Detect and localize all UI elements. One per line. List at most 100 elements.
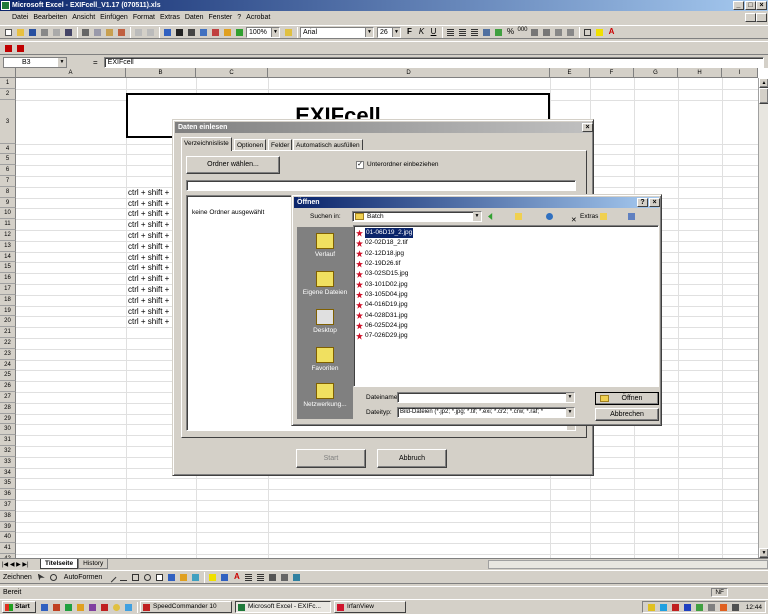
drawing-icon[interactable] bbox=[234, 27, 245, 38]
menu-help[interactable]: ? bbox=[237, 14, 241, 21]
choose-folder-button[interactable]: Ordner wählen... bbox=[186, 156, 280, 174]
inc-decimal-icon[interactable] bbox=[529, 27, 540, 38]
scroll-up-icon[interactable]: ▲ bbox=[759, 78, 768, 88]
format-painter-icon[interactable] bbox=[116, 27, 127, 38]
horizontal-scrollbar[interactable] bbox=[488, 559, 768, 569]
autosum-icon[interactable] bbox=[174, 27, 185, 38]
rectangle-icon[interactable] bbox=[130, 572, 141, 583]
row-header[interactable]: 15 bbox=[0, 262, 16, 274]
menu-ansicht[interactable]: Ansicht bbox=[72, 14, 95, 21]
row-header[interactable]: 36 bbox=[0, 489, 16, 500]
clipart-icon[interactable] bbox=[178, 572, 189, 583]
percent-icon[interactable]: % bbox=[505, 27, 516, 38]
filename-input[interactable]: ▼ bbox=[397, 392, 575, 403]
preview-icon[interactable] bbox=[51, 27, 62, 38]
arrow-style-icon[interactable] bbox=[267, 572, 278, 583]
hyperlink-icon[interactable] bbox=[162, 27, 173, 38]
help-button[interactable]: ? bbox=[637, 198, 648, 207]
shortcut-cell[interactable]: ctrl + shift + bbox=[128, 296, 169, 305]
row-header[interactable]: 27 bbox=[0, 392, 16, 403]
quicklaunch-icon-7[interactable] bbox=[111, 602, 122, 613]
row-header[interactable]: 34 bbox=[0, 467, 16, 479]
arrow-icon[interactable] bbox=[118, 572, 129, 583]
line-color-icon[interactable] bbox=[219, 572, 230, 583]
file-item[interactable]: 02-19D26.tif bbox=[356, 259, 656, 269]
file-item[interactable]: 03-105D04.jpg bbox=[356, 290, 656, 300]
textbox-icon[interactable] bbox=[154, 572, 165, 583]
row-header[interactable]: 7 bbox=[0, 176, 16, 187]
extras-menu[interactable]: Extras bbox=[580, 213, 598, 220]
col-header-i[interactable]: I bbox=[722, 68, 758, 78]
file-item[interactable]: 03-101D02.jpg bbox=[356, 279, 656, 289]
row-header[interactable]: 37 bbox=[0, 500, 16, 511]
spell-icon[interactable] bbox=[63, 27, 74, 38]
file-item[interactable]: 04-028D31.jpg bbox=[356, 310, 656, 320]
name-box[interactable]: B3 ▼ bbox=[3, 56, 67, 68]
row-header[interactable]: 1 bbox=[0, 78, 16, 89]
row-header[interactable]: 35 bbox=[0, 478, 16, 490]
open-dialog-close-button[interactable]: × bbox=[649, 198, 660, 207]
chevron-down-icon[interactable]: ▼ bbox=[566, 393, 574, 402]
font-color-icon[interactable]: A bbox=[606, 27, 617, 38]
shortcut-cell[interactable]: ctrl + shift + bbox=[128, 188, 169, 197]
row-header[interactable]: 24 bbox=[0, 359, 16, 371]
row-header[interactable]: 3 bbox=[0, 99, 16, 144]
line-style-icon[interactable] bbox=[243, 572, 254, 583]
file-item[interactable]: 03-02SD15.jpg bbox=[356, 269, 656, 279]
row-header[interactable]: 31 bbox=[0, 435, 16, 446]
function-icon[interactable] bbox=[186, 27, 197, 38]
sheet-tab-history[interactable]: History bbox=[78, 559, 109, 569]
row-header[interactable]: 21 bbox=[0, 327, 16, 338]
dialog-close-button[interactable]: × bbox=[582, 123, 593, 132]
inc-indent-icon[interactable] bbox=[565, 27, 576, 38]
select-arrow-icon[interactable] bbox=[36, 572, 47, 583]
sheet-tab-titelseite[interactable]: Titelseite bbox=[40, 559, 79, 569]
chevron-down-icon[interactable]: ▼ bbox=[566, 408, 574, 417]
row-header[interactable]: 38 bbox=[0, 510, 16, 522]
col-header-b[interactable]: B bbox=[126, 68, 196, 78]
print-icon[interactable] bbox=[39, 27, 50, 38]
menu-bearbeiten[interactable]: Bearbeiten bbox=[33, 14, 67, 21]
sort-asc-icon[interactable] bbox=[198, 27, 209, 38]
formula-input[interactable]: EXIFcell bbox=[103, 56, 764, 68]
row-header[interactable]: 41 bbox=[0, 543, 16, 554]
row-header[interactable]: 30 bbox=[0, 424, 16, 436]
row-header[interactable]: 23 bbox=[0, 348, 16, 360]
rotate-icon[interactable] bbox=[48, 572, 59, 583]
copy-icon[interactable] bbox=[92, 27, 103, 38]
pdf-convert-icon[interactable] bbox=[3, 43, 14, 54]
filetype-combo[interactable]: Bild-Dateien (*.jp2; *.jpg; *.tif; *.exi… bbox=[397, 407, 575, 418]
shortcut-cell[interactable]: ctrl + shift + bbox=[128, 274, 169, 283]
views-icon[interactable] bbox=[626, 211, 637, 222]
currency-icon[interactable] bbox=[493, 27, 504, 38]
maximize-button[interactable]: □ bbox=[745, 1, 756, 10]
look-in-combo[interactable]: Batch ▼ bbox=[352, 211, 482, 222]
bold-icon[interactable]: F bbox=[404, 27, 415, 38]
chevron-down-icon[interactable]: ▼ bbox=[473, 212, 481, 221]
chevron-down-icon[interactable]: ▼ bbox=[392, 27, 400, 37]
quicklaunch-icon-6[interactable] bbox=[99, 602, 110, 613]
shortcut-cell[interactable]: ctrl + shift + bbox=[128, 317, 169, 326]
minimize-button[interactable]: _ bbox=[733, 1, 744, 10]
underline-icon[interactable]: U bbox=[428, 27, 439, 38]
start-menu-button[interactable]: Start bbox=[2, 601, 36, 613]
shadow-icon[interactable] bbox=[279, 572, 290, 583]
tab-verzeichnisliste[interactable]: Verzeichnisliste bbox=[181, 137, 232, 151]
picture-icon[interactable] bbox=[190, 572, 201, 583]
row-header[interactable]: 40 bbox=[0, 532, 16, 544]
align-right-icon[interactable] bbox=[469, 27, 480, 38]
new-icon[interactable] bbox=[3, 27, 14, 38]
row-header[interactable]: 28 bbox=[0, 402, 16, 414]
open-icon[interactable] bbox=[15, 27, 26, 38]
dash-style-icon[interactable] bbox=[255, 572, 266, 583]
search-web-icon[interactable] bbox=[544, 211, 555, 222]
col-header-a[interactable]: A bbox=[16, 68, 126, 78]
tray-icon-3[interactable] bbox=[670, 602, 681, 613]
shortcut-cell[interactable]: ctrl + shift + bbox=[128, 253, 169, 262]
shortcut-cell[interactable]: ctrl + shift + bbox=[128, 307, 169, 316]
new-folder-icon[interactable] bbox=[598, 211, 609, 222]
tray-icon-4[interactable] bbox=[682, 602, 693, 613]
row-header[interactable]: 4 bbox=[0, 143, 16, 155]
row-header[interactable]: 2 bbox=[0, 88, 16, 100]
place-verlauf[interactable]: Verlauf bbox=[297, 233, 353, 258]
